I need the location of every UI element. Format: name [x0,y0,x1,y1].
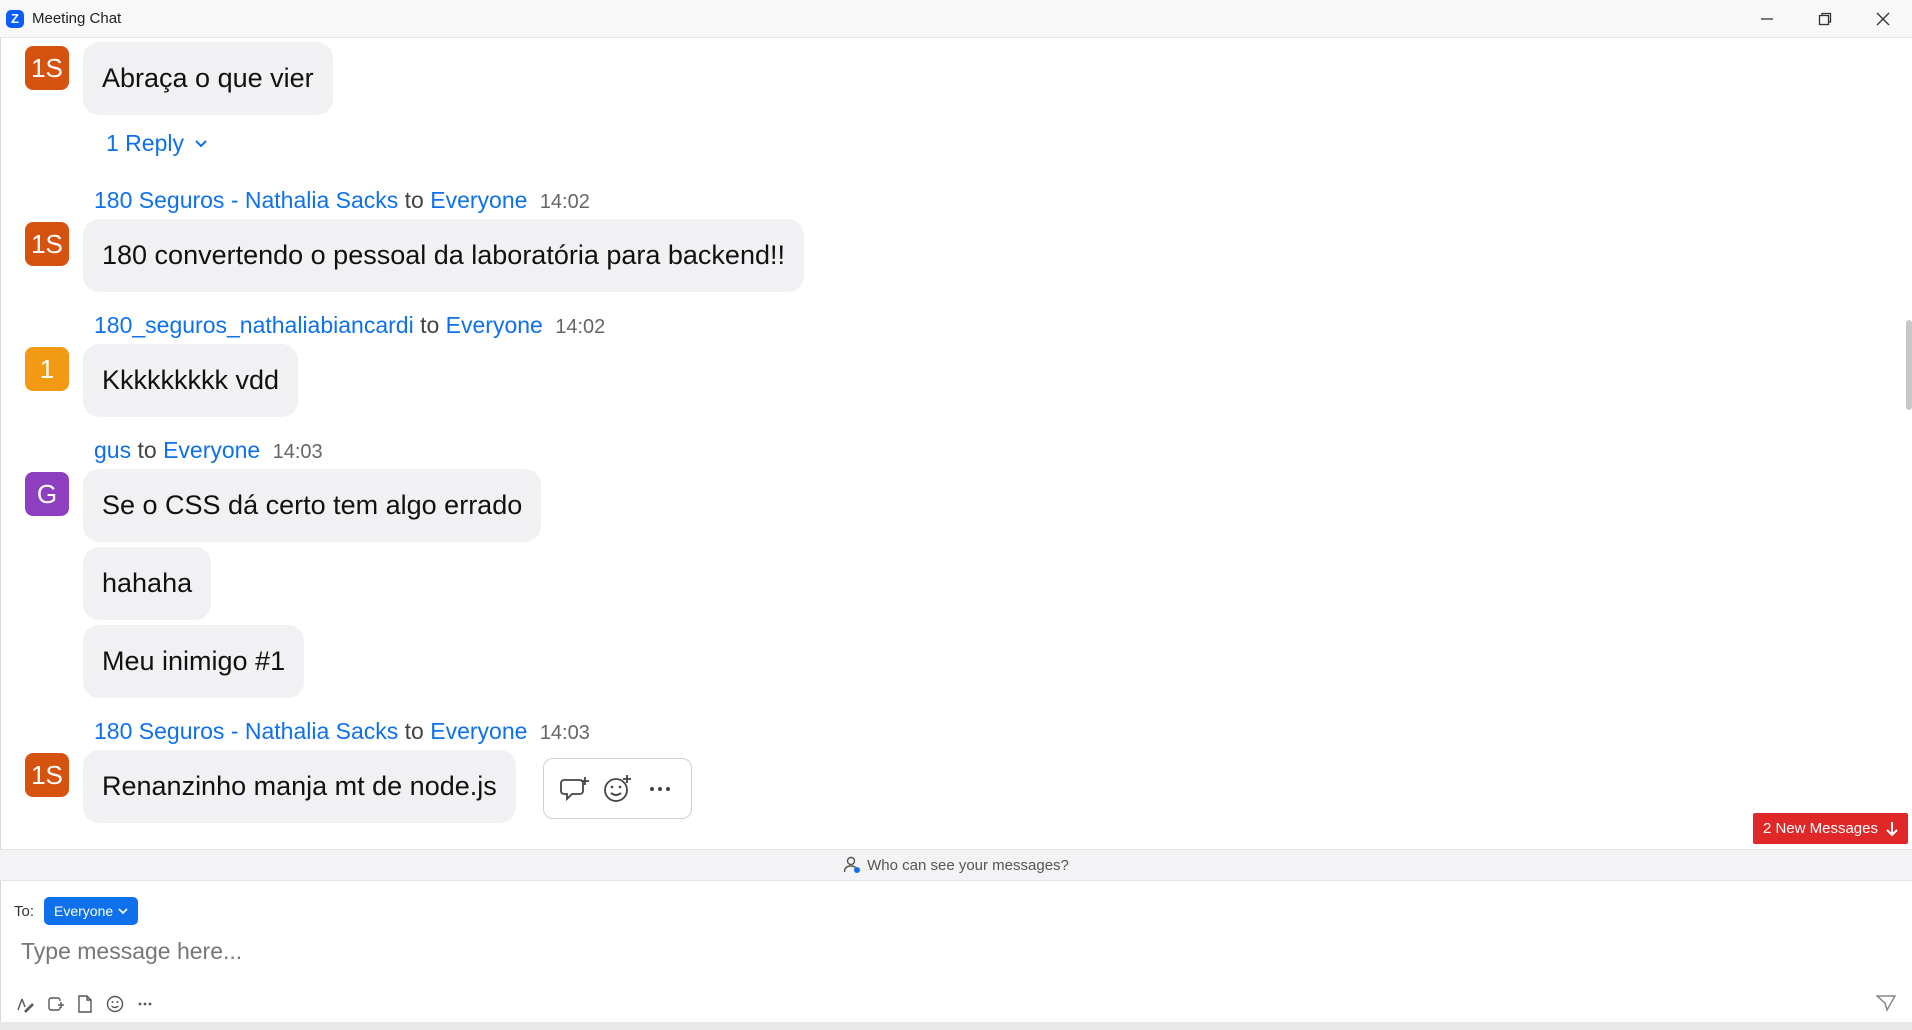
minimize-button[interactable] [1738,0,1796,38]
chevron-down-icon [118,908,128,915]
format-icon [17,998,34,1013]
avatar[interactable]: 1S [25,753,69,797]
message-input[interactable] [21,931,1881,971]
message-time: 14:02 [555,316,606,338]
sender-name[interactable]: gus [94,437,131,463]
to-word: to [404,187,424,213]
restore-icon [1818,12,1832,26]
add-reaction-button[interactable] [600,772,634,806]
send-icon [1876,995,1896,1012]
emoji-button[interactable] [105,994,125,1014]
message-time: 14:02 [539,191,590,213]
recipient-dropdown[interactable]: Everyone [44,897,139,925]
send-button[interactable] [1874,992,1898,1014]
message-time: 14:03 [539,722,590,744]
close-button[interactable] [1854,0,1912,38]
avatar[interactable]: 1S [25,46,69,90]
message-header: gus to Everyone 14:03 [94,437,323,464]
privacy-info-bar[interactable]: Who can see your messages? [0,849,1912,881]
restore-button[interactable] [1796,0,1854,38]
composer-toolbar [15,994,155,1014]
recipient-name[interactable]: Everyone [430,187,527,213]
sender-name[interactable]: 180_seguros_nathaliabiancardi [94,312,414,338]
screenshot-button[interactable] [45,994,65,1014]
window-bottom-edge [0,1022,1912,1030]
to-word: to [420,312,440,338]
reply-in-thread-button[interactable] [558,772,592,806]
message-bubble[interactable]: hahaha [83,547,212,620]
window-title: Meeting Chat [32,10,122,27]
message-time: 14:03 [272,441,323,463]
screenshot-icon [48,997,64,1011]
to-word: to [404,718,424,744]
message-bubble[interactable]: Kkkkkkkkk vdd [83,344,299,417]
thread-reply-link[interactable]: 1 Reply [106,130,208,157]
app-logo-icon: Z [6,9,24,28]
new-messages-label: 2 New Messages [1762,820,1878,837]
title-bar: Z Meeting Chat [0,0,1912,38]
reply-in-thread-icon [560,776,590,801]
emoji-icon [106,995,124,1013]
privacy-info-label: Who can see your messages? [867,856,1069,874]
close-icon [1876,12,1890,26]
message-bubble[interactable]: Se o CSS dá certo tem algo errado [83,469,542,542]
recipient-name[interactable]: Everyone [163,437,260,463]
file-icon [78,995,92,1013]
meeting-chat-window: Z Meeting Chat 1S Abraça o que vier 1 Re… [0,0,1912,1030]
chat-message-list[interactable]: 1S Abraça o que vier 1 Reply 180 Seguros… [0,38,1912,849]
avatar[interactable]: G [25,472,69,516]
message-composer: To: Everyone [0,881,1912,1022]
recipient-row: To: Everyone [14,897,139,925]
message-bubble[interactable]: 180 convertendo o pessoal da laboratória… [83,219,804,292]
message-header: 180 Seguros - Nathalia Sacks to Everyone… [94,718,590,745]
message-bubble[interactable]: Abraça o que vier [83,42,333,115]
sender-name[interactable]: 180 Seguros - Nathalia Sacks [94,718,398,744]
recipient-name[interactable]: Everyone [430,718,527,744]
message-hover-toolbar [543,758,692,819]
message-bubble[interactable]: Renanzinho manja mt de node.js [83,750,516,823]
recipient-value: Everyone [54,903,114,919]
more-options-button[interactable] [643,772,677,806]
message-header: 180 Seguros - Nathalia Sacks to Everyone… [94,187,590,214]
add-reaction-icon [604,774,632,802]
chat-scrollbar[interactable] [1906,320,1912,410]
avatar[interactable]: 1S [25,222,69,266]
format-button[interactable] [15,994,35,1014]
chevron-down-icon [195,139,207,147]
user-visibility-icon [843,856,861,873]
more-icon [138,1002,152,1006]
to-label: To: [14,902,35,920]
more-options-icon [649,786,670,791]
more-button[interactable] [135,994,155,1014]
file-button[interactable] [75,994,95,1014]
new-messages-button[interactable]: 2 New Messages [1752,813,1908,844]
message-bubble[interactable]: Meu inimigo #1 [83,625,305,698]
arrow-down-icon [1886,821,1898,836]
recipient-name[interactable]: Everyone [446,312,543,338]
message-header: 180_seguros_nathaliabiancardi to Everyon… [94,312,605,339]
reply-count: 1 Reply [106,130,184,156]
to-word: to [137,437,157,463]
window-controls [1738,0,1912,38]
minimize-icon [1761,18,1773,20]
sender-name[interactable]: 180 Seguros - Nathalia Sacks [94,187,398,213]
avatar[interactable]: 1 [25,347,69,391]
